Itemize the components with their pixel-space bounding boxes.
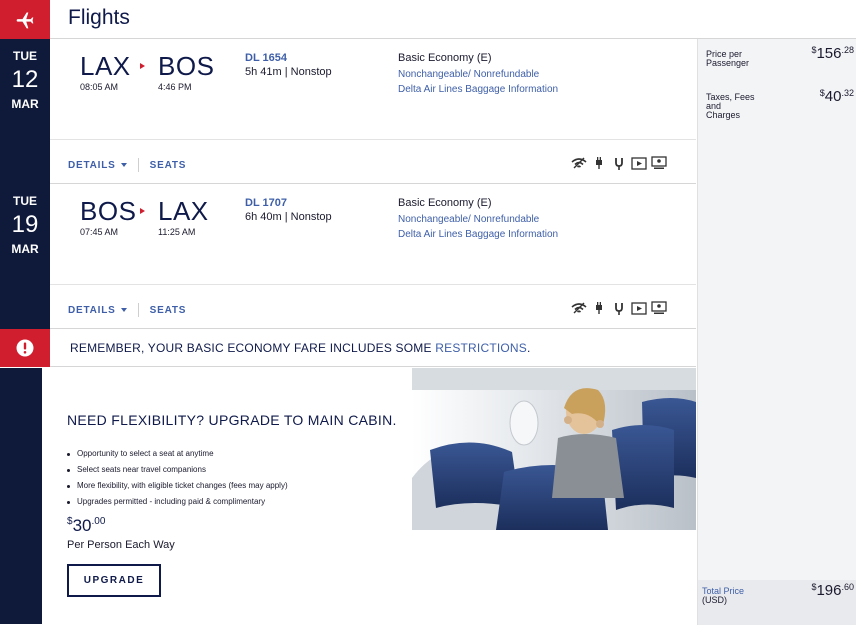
divider: [50, 284, 696, 285]
arrival-time: 11:25 AM: [158, 227, 196, 237]
chevron-down-icon: [120, 162, 127, 167]
restriction-banner: REMEMBER, YOUR BASIC ECONOMY FARE INCLUD…: [0, 329, 696, 367]
plane-icon: [0, 0, 50, 39]
power-outlet-icon: [591, 156, 607, 170]
flight-day-of-week: TUE: [13, 194, 37, 208]
destination-airport: BOS: [158, 51, 215, 81]
price-summary-panel: Price per Passenger $156.28 Taxes, Fees …: [697, 39, 856, 625]
wifi-icon: [571, 156, 587, 170]
upgrade-benefits-list: Opportunity to select a seat at anytime …: [67, 446, 288, 510]
entertainment-icon: [631, 156, 647, 170]
flight-date: TUE 12 MAR: [0, 39, 50, 184]
usb-power-icon: [611, 156, 627, 170]
taxes-label: Taxes, Fees and Charges: [706, 92, 755, 120]
seatback-screen-icon: [651, 301, 667, 315]
departure-time: 07:45 AM: [80, 227, 119, 237]
flight-segment-outbound: TUE 12 MAR LAX 08:05 AM BOS 4:46 PM DL 1…: [0, 39, 696, 184]
arrival-time: 4:46 PM: [158, 82, 192, 92]
flight-duration: 6h 40m | Nonstop: [245, 211, 332, 223]
flight-segment-return: TUE 19 MAR BOS 07:45 AM LAX 11:25 AM DL …: [0, 184, 696, 329]
flight-number-link[interactable]: DL 1707: [245, 197, 287, 209]
details-button[interactable]: DETAILS: [68, 305, 127, 316]
fare-rules-link[interactable]: Nonchangeable/ Nonrefundable: [398, 69, 539, 80]
price-cents: .00: [91, 516, 106, 527]
flight-number-link[interactable]: DL 1654: [245, 52, 287, 64]
seats-button[interactable]: SEATS: [150, 305, 187, 316]
price-per-passenger: $156.28: [811, 45, 854, 63]
departure-time: 08:05 AM: [80, 82, 119, 92]
alert-icon: [0, 329, 50, 367]
taxes-amount: $40.32: [820, 88, 854, 106]
amenities: [571, 156, 667, 170]
restrictions-link[interactable]: RESTRICTIONS: [435, 341, 527, 355]
origin-airport: LAX: [80, 51, 131, 81]
usb-power-icon: [611, 301, 627, 315]
divider: [137, 158, 139, 172]
total-price: $196.60: [811, 582, 854, 600]
upgrade-price: $30.00: [67, 516, 105, 536]
origin-airport: BOS: [80, 196, 137, 226]
route-arrow-icon: [140, 208, 145, 214]
details-label: DETAILS: [68, 304, 116, 316]
divider: [50, 139, 696, 140]
flight-actions: DETAILS SEATS: [68, 158, 186, 172]
flight-day: 12: [11, 66, 39, 93]
divider: [137, 303, 139, 317]
upgrade-heading: NEED FLEXIBILITY? UPGRADE TO MAIN CABIN.: [67, 412, 397, 428]
page-title: Flights: [68, 6, 130, 29]
price-whole: 156: [816, 45, 842, 62]
list-item: Upgrades permitted - including paid & co…: [67, 494, 288, 510]
price-unit: Per Person Each Way: [67, 539, 175, 551]
list-item: Select seats near travel companions: [67, 462, 288, 478]
price-cents: .60: [841, 582, 854, 592]
restriction-suffix: .: [527, 341, 531, 355]
flight-date: TUE 19 MAR: [0, 184, 50, 329]
chevron-down-icon: [120, 307, 127, 312]
power-outlet-icon: [591, 301, 607, 315]
flight-duration: 5h 41m | Nonstop: [245, 66, 332, 78]
seatback-screen-icon: [651, 156, 667, 170]
baggage-info-link[interactable]: Delta Air Lines Baggage Information: [398, 229, 558, 240]
price-whole: 30: [72, 516, 92, 535]
page-header: Flights: [0, 0, 856, 39]
restriction-text: REMEMBER, YOUR BASIC ECONOMY FARE INCLUD…: [70, 341, 432, 355]
amenities: [571, 301, 667, 315]
fare-class: Basic Economy (E): [398, 52, 492, 64]
price-whole: 196: [816, 582, 842, 599]
route-arrow-icon: [140, 63, 145, 69]
entertainment-icon: [631, 301, 647, 315]
price-per-passenger-label: Price per Passenger: [706, 49, 750, 68]
currency-code: (USD): [702, 595, 727, 605]
cabin-photo: [412, 368, 696, 530]
flight-day: 19: [11, 211, 39, 238]
details-label: DETAILS: [68, 159, 116, 171]
upgrade-button[interactable]: UPGRADE: [67, 564, 161, 597]
list-item: More flexibility, with eligible ticket c…: [67, 478, 288, 494]
price-cents: .32: [841, 88, 854, 98]
fare-rules-link[interactable]: Nonchangeable/ Nonrefundable: [398, 214, 539, 225]
flight-day-of-week: TUE: [13, 49, 37, 63]
fare-class: Basic Economy (E): [398, 197, 492, 209]
wifi-icon: [571, 301, 587, 315]
total-price-label: Total Price (USD): [702, 587, 744, 605]
flight-month: MAR: [11, 97, 39, 111]
details-button[interactable]: DETAILS: [68, 160, 127, 171]
side-bar: [0, 368, 42, 624]
baggage-info-link[interactable]: Delta Air Lines Baggage Information: [398, 84, 558, 95]
seats-button[interactable]: SEATS: [150, 160, 187, 171]
flight-month: MAR: [11, 242, 39, 256]
flight-actions: DETAILS SEATS: [68, 303, 186, 317]
restriction-message: REMEMBER, YOUR BASIC ECONOMY FARE INCLUD…: [70, 341, 531, 355]
price-cents: .28: [841, 45, 854, 55]
price-whole: 40: [824, 88, 842, 105]
upgrade-offer: NEED FLEXIBILITY? UPGRADE TO MAIN CABIN.…: [0, 368, 696, 624]
list-item: Opportunity to select a seat at anytime: [67, 446, 288, 462]
destination-airport: LAX: [158, 196, 209, 226]
